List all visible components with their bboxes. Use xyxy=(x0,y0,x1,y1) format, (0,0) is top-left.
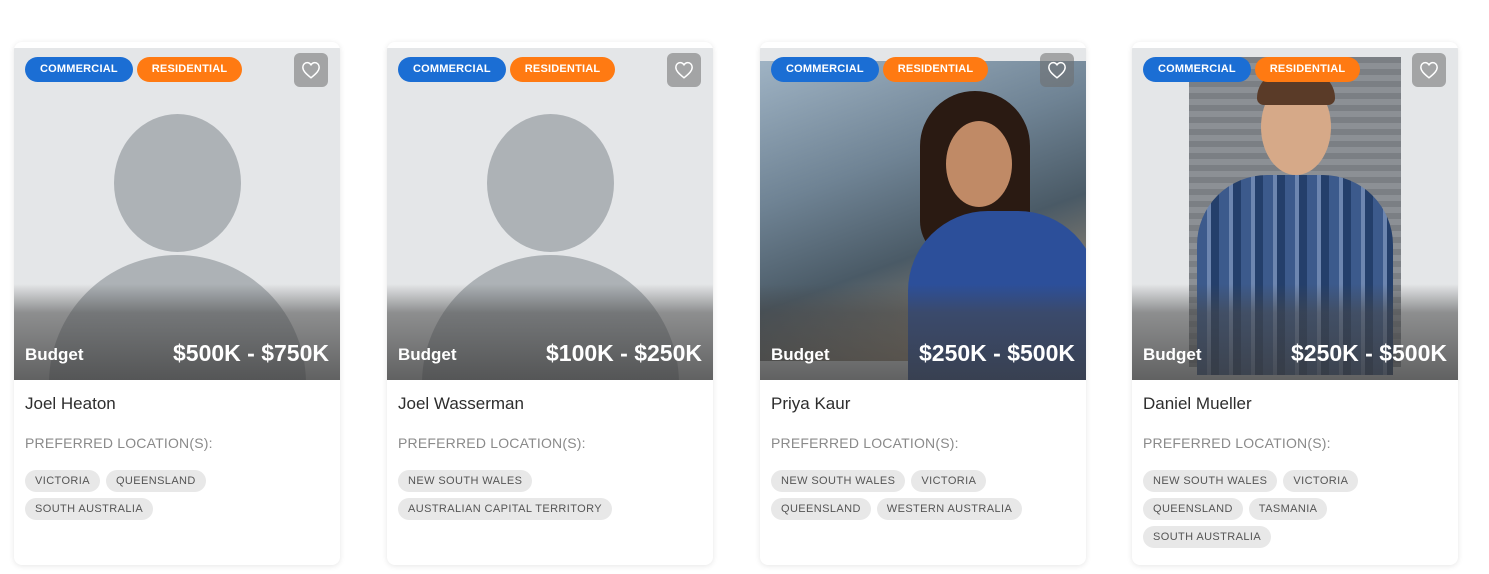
location-chips: NEW SOUTH WALES VICTORIA QUEENSLAND TASM… xyxy=(1143,470,1449,548)
heart-outline-icon xyxy=(675,61,693,79)
heart-outline-icon xyxy=(1420,61,1438,79)
buyer-name[interactable]: Joel Wasserman xyxy=(398,394,524,414)
commercial-tag[interactable]: COMMERCIAL xyxy=(398,57,506,82)
location-chip: VICTORIA xyxy=(25,470,100,492)
location-chip: QUEENSLAND xyxy=(105,470,206,492)
commercial-tag[interactable]: COMMERCIAL xyxy=(771,57,879,82)
commercial-tag[interactable]: COMMERCIAL xyxy=(1143,57,1251,82)
budget-value: $250K - $500K xyxy=(1291,340,1447,366)
budget-value: $500K - $750K xyxy=(173,340,329,366)
avatar-head xyxy=(114,114,241,252)
buyer-cards-grid: COMMERCIAL RESIDENTIAL Budget $500K - $7… xyxy=(0,0,1489,574)
buyer-photo xyxy=(1132,48,1458,380)
residential-tag[interactable]: RESIDENTIAL xyxy=(1254,57,1361,82)
preferred-locations-title: PREFERRED LOCATION(S): xyxy=(1143,435,1331,451)
category-tags: COMMERCIAL RESIDENTIAL xyxy=(25,57,243,82)
category-tags: COMMERCIAL RESIDENTIAL xyxy=(398,57,616,82)
avatar-placeholder-image xyxy=(14,48,340,380)
location-chip: NEW SOUTH WALES xyxy=(771,470,906,492)
location-chip: AUSTRALIAN CAPITAL TERRITORY xyxy=(398,498,612,520)
favorite-button[interactable] xyxy=(294,53,328,87)
location-chip: SOUTH AUSTRALIA xyxy=(1143,526,1272,548)
avatar-head xyxy=(487,114,614,252)
category-tags: COMMERCIAL RESIDENTIAL xyxy=(1143,57,1361,82)
location-chip: NEW SOUTH WALES xyxy=(1143,470,1278,492)
heart-outline-icon xyxy=(1048,61,1066,79)
residential-tag[interactable]: RESIDENTIAL xyxy=(882,57,989,82)
photo-face xyxy=(946,121,1012,207)
commercial-tag[interactable]: COMMERCIAL xyxy=(25,57,133,82)
budget-label: Budget xyxy=(25,345,84,364)
buyer-card[interactable]: COMMERCIAL RESIDENTIAL Budget $100K - $2… xyxy=(387,42,713,565)
category-tags: COMMERCIAL RESIDENTIAL xyxy=(771,57,989,82)
location-chips: VICTORIA QUEENSLAND SOUTH AUSTRALIA xyxy=(25,470,331,520)
budget-label: Budget xyxy=(771,345,830,364)
buyer-card[interactable]: COMMERCIAL RESIDENTIAL Budget $500K - $7… xyxy=(14,42,340,565)
location-chip: WESTERN AUSTRALIA xyxy=(876,498,1023,520)
buyer-name[interactable]: Daniel Mueller xyxy=(1143,394,1252,414)
buyer-photo xyxy=(760,48,1086,380)
location-chips: NEW SOUTH WALES VICTORIA QUEENSLAND WEST… xyxy=(771,470,1077,520)
residential-tag[interactable]: RESIDENTIAL xyxy=(509,57,616,82)
preferred-locations-title: PREFERRED LOCATION(S): xyxy=(398,435,586,451)
buyer-name[interactable]: Joel Heaton xyxy=(25,394,116,414)
favorite-button[interactable] xyxy=(1040,53,1074,87)
favorite-button[interactable] xyxy=(667,53,701,87)
heart-outline-icon xyxy=(302,61,320,79)
buyer-name[interactable]: Priya Kaur xyxy=(771,394,850,414)
location-chip: TASMANIA xyxy=(1248,498,1328,520)
buyer-card[interactable]: COMMERCIAL RESIDENTIAL Budget $250K - $5… xyxy=(1132,42,1458,565)
location-chips: NEW SOUTH WALES AUSTRALIAN CAPITAL TERRI… xyxy=(398,470,704,520)
budget-label: Budget xyxy=(1143,345,1202,364)
budget-label: Budget xyxy=(398,345,457,364)
preferred-locations-title: PREFERRED LOCATION(S): xyxy=(25,435,213,451)
residential-tag[interactable]: RESIDENTIAL xyxy=(136,57,243,82)
budget-value: $250K - $500K xyxy=(919,340,1075,366)
preferred-locations-title: PREFERRED LOCATION(S): xyxy=(771,435,959,451)
location-chip: SOUTH AUSTRALIA xyxy=(25,498,154,520)
location-chip: VICTORIA xyxy=(1283,470,1359,492)
buyer-card[interactable]: COMMERCIAL RESIDENTIAL Budget $250K - $5… xyxy=(760,42,1086,565)
location-chip: NEW SOUTH WALES xyxy=(398,470,533,492)
favorite-button[interactable] xyxy=(1412,53,1446,87)
location-chip: VICTORIA xyxy=(911,470,987,492)
avatar-placeholder-image xyxy=(387,48,713,380)
location-chip: QUEENSLAND xyxy=(771,498,871,520)
budget-value: $100K - $250K xyxy=(546,340,702,366)
location-chip: QUEENSLAND xyxy=(1143,498,1243,520)
